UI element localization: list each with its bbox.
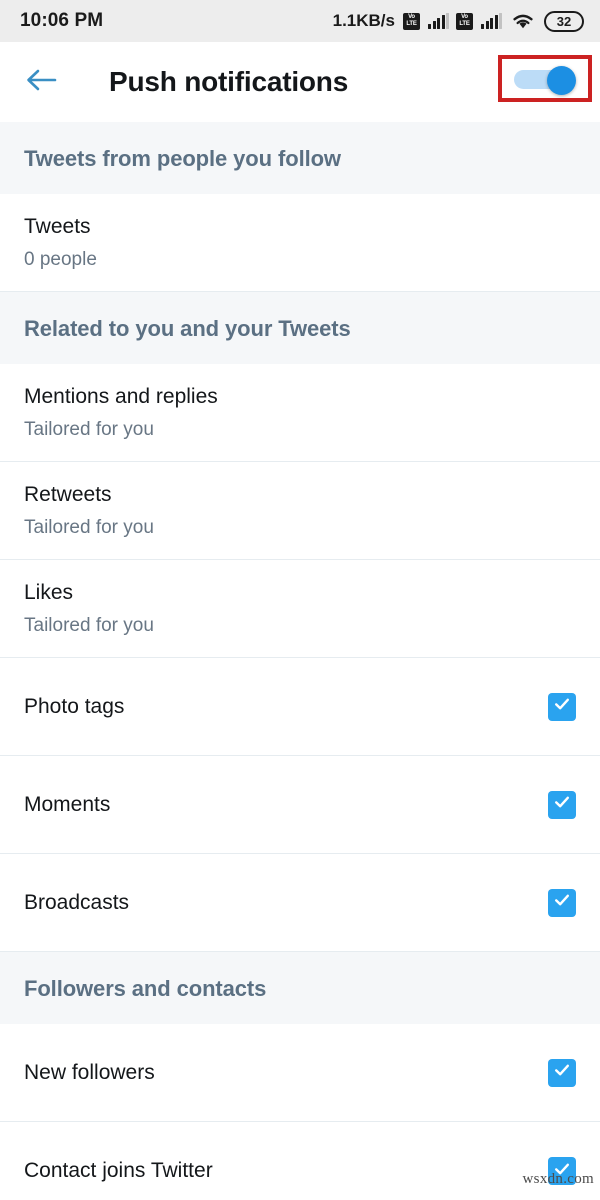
volte-top-text: Vo <box>408 13 415 20</box>
row-subtitle: Tailored for you <box>24 516 154 538</box>
site-watermark: wsxdn.com <box>522 1171 594 1187</box>
volte-top-text-2: Vo <box>461 13 468 20</box>
row-title: New followers <box>24 1060 155 1084</box>
signal-bars-icon-sim2 <box>481 13 502 29</box>
checkbox-broadcasts[interactable] <box>548 888 576 917</box>
row-text-block: Likes Tailored for you <box>24 579 154 638</box>
battery-indicator: 32 <box>544 10 584 32</box>
volte-bottom-text: LTE <box>406 21 417 27</box>
row-title: Broadcasts <box>24 890 130 914</box>
checkbox-moments[interactable] <box>548 790 576 819</box>
status-clock: 10:06 PM <box>20 10 104 31</box>
row-text-block: Broadcasts <box>24 889 129 917</box>
row-text-block: Tweets 0 people <box>24 213 97 272</box>
section-header-tweets-from-people-you-follow: Tweets from people you follow <box>0 122 600 194</box>
volte-bottom-text-2: LTE <box>459 21 470 27</box>
status-bar: 10:06 PM 1.1KB/s Vo LTE Vo LTE 32 <box>0 0 600 42</box>
row-text-block: Moments <box>24 791 110 819</box>
row-text-block: Mentions and replies Tailored for you <box>24 383 218 442</box>
list-item[interactable]: Tweets 0 people <box>0 194 600 292</box>
checkbox-photo-tags[interactable] <box>548 692 576 721</box>
list-item[interactable]: Retweets Tailored for you <box>0 462 600 560</box>
row-text-block: Retweets Tailored for you <box>24 481 154 540</box>
row-title: Contact joins Twitter <box>24 1159 213 1183</box>
list-item[interactable]: Broadcasts <box>0 854 600 952</box>
volte-icon-sim1: Vo LTE <box>403 12 420 30</box>
check-icon <box>552 792 572 817</box>
status-icons: 1.1KB/s Vo LTE Vo LTE 32 <box>332 10 584 32</box>
back-button[interactable] <box>24 59 70 105</box>
list-item[interactable]: New followers <box>0 1024 600 1122</box>
row-title: Mentions and replies <box>24 384 218 408</box>
volte-icon-sim2: Vo LTE <box>456 12 473 30</box>
row-title: Retweets <box>24 482 112 506</box>
list-item[interactable]: Photo tags <box>0 658 600 756</box>
list-item[interactable]: Moments <box>0 756 600 854</box>
row-title: Photo tags <box>24 694 125 718</box>
row-subtitle: Tailored for you <box>24 614 154 636</box>
row-title: Likes <box>24 580 74 604</box>
list-item[interactable]: Contact joins Twitter <box>0 1122 600 1200</box>
row-subtitle: 0 people <box>24 248 97 270</box>
app-bar: Push notifications <box>0 42 600 122</box>
phone-screen: 10:06 PM 1.1KB/s Vo LTE Vo LTE 32 Push n… <box>0 0 600 1200</box>
wifi-icon <box>511 12 535 30</box>
row-title: Tweets <box>24 214 91 238</box>
list-item[interactable]: Likes Tailored for you <box>0 560 600 658</box>
check-icon <box>552 1060 572 1085</box>
toggle-thumb <box>547 65 576 95</box>
check-icon <box>552 694 572 719</box>
arrow-left-icon <box>24 66 58 99</box>
check-icon <box>552 890 572 915</box>
push-notifications-master-toggle[interactable] <box>514 65 576 95</box>
page-title: Push notifications <box>109 66 349 97</box>
signal-bars-icon-sim1 <box>428 13 449 29</box>
section-header-followers-and-contacts: Followers and contacts <box>0 952 600 1024</box>
network-speed-label: 1.1KB/s <box>332 11 395 30</box>
row-text-block: New followers <box>24 1059 155 1087</box>
checkbox-new-followers[interactable] <box>548 1058 576 1087</box>
master-toggle-annotation <box>498 55 592 102</box>
list-item[interactable]: Mentions and replies Tailored for you <box>0 364 600 462</box>
section-header-related-to-you-and-your-tweets: Related to you and your Tweets <box>0 292 600 364</box>
row-text-block: Contact joins Twitter <box>24 1157 213 1185</box>
row-text-block: Photo tags <box>24 693 124 721</box>
row-title: Moments <box>24 792 111 816</box>
row-subtitle: Tailored for you <box>24 418 154 440</box>
